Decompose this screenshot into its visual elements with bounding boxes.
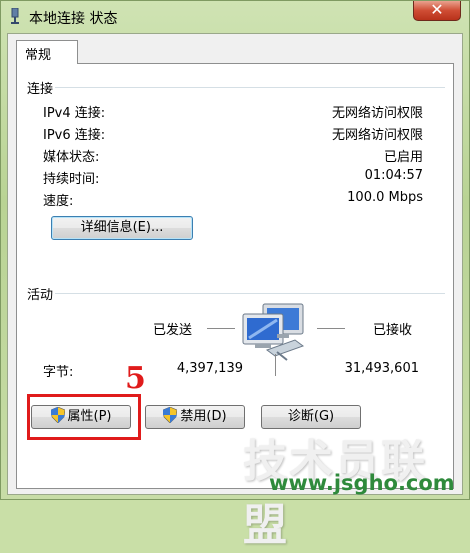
ipv4-value: 无网络访问权限 (331, 106, 423, 121)
sent-line (207, 328, 235, 329)
disable-label: 禁用(D) (180, 409, 227, 424)
group-divider (55, 87, 445, 88)
status-dialog: 本地连接 状态 ✕ 常规 连接 IPv4 连接: 无网络访问权限 IPv6 连接… (0, 0, 470, 551)
tab-general[interactable]: 常规 (16, 40, 78, 64)
media-state-label: 媒体状态: (43, 150, 100, 165)
close-button[interactable]: ✕ (413, 0, 461, 21)
shield-icon (163, 407, 178, 423)
watermark-url: www.jsgho.com (269, 471, 455, 495)
network-computers-icon (242, 303, 305, 361)
network-adapter-icon (11, 8, 19, 24)
duration-label: 持续时间: (43, 172, 100, 187)
step-number-annotation: 5 (125, 361, 146, 396)
ipv4-label: IPv4 连接: (43, 106, 106, 121)
disable-button[interactable]: 禁用(D) (145, 405, 245, 429)
bytes-received-value: 31,493,601 (344, 361, 419, 376)
ipv6-value: 无网络访问权限 (331, 128, 423, 143)
close-icon: ✕ (430, 0, 444, 19)
ipv6-label: IPv6 连接: (43, 128, 106, 143)
received-label: 已接收 (373, 323, 413, 338)
highlight-box (27, 394, 141, 440)
received-line (317, 328, 345, 329)
duration-value: 01:04:57 (364, 168, 423, 183)
title-bar[interactable]: 本地连接 状态 ✕ (1, 0, 469, 33)
details-button[interactable]: 详细信息(E)... (51, 216, 193, 240)
media-state-value: 已启用 (383, 150, 423, 165)
speed-label: 速度: (43, 194, 74, 209)
activity-divider (275, 354, 276, 376)
group-divider (55, 293, 445, 294)
bytes-label: 字节: (43, 365, 74, 380)
sent-label: 已发送 (153, 323, 193, 338)
activity-group-label: 活动 (27, 288, 54, 303)
connection-group-label: 连接 (27, 82, 54, 97)
speed-value: 100.0 Mbps (347, 190, 423, 205)
tab-label: 常规 (25, 48, 52, 63)
bytes-sent-value: 4,397,139 (176, 361, 243, 376)
window-title: 本地连接 状态 (29, 11, 118, 27)
